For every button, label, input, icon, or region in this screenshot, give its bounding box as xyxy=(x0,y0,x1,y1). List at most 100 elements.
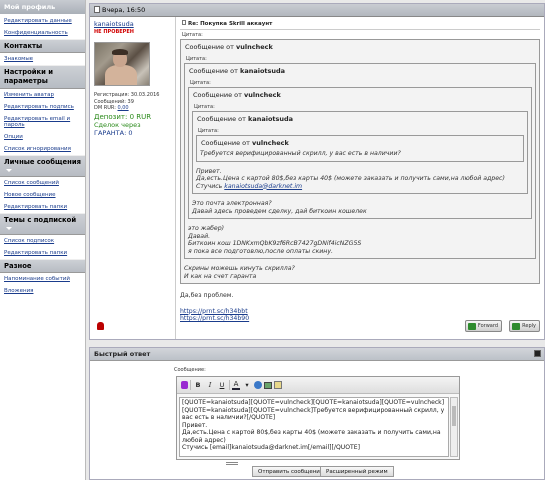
sidebar-link-subscription-list[interactable]: Список подписок xyxy=(0,235,85,247)
sidebar-link-options[interactable]: Опции xyxy=(0,131,85,143)
quote-label: Цитата: xyxy=(190,80,211,86)
collapse-icon[interactable] xyxy=(534,350,541,357)
quick-reply-panel: Быстрый ответ Сообщение: B I U A ▾ [QUOT… xyxy=(89,347,545,480)
email-link[interactable]: kanaiotsuda@darknet.im xyxy=(224,183,302,190)
avatar-body xyxy=(105,65,137,85)
textarea-scrollbar[interactable] xyxy=(450,397,458,457)
sidebar-top-my-profile[interactable]: Мой профиль xyxy=(0,0,85,14)
avatar-hair xyxy=(112,49,128,55)
message-textarea[interactable]: [QUOTE=kanaiotsuda][QUOTE=vulncheck][QUO… xyxy=(179,397,449,457)
sidebar: Мой профиль Редактировать данные Конфиде… xyxy=(0,0,86,480)
avatar xyxy=(94,42,150,86)
forward-button[interactable]: Forward xyxy=(464,320,502,332)
sidebar-link-acquaintances[interactable]: Знакомые xyxy=(0,53,85,65)
quote-author: Сообщение от vulncheck xyxy=(200,136,520,150)
quote-text-prefix: Стучись xyxy=(196,182,225,190)
quote-level-2: Сообщение от kanaiotsuda Цитата: Сообщен… xyxy=(184,63,536,259)
quote-text: Да,есть.Цена с картой 80$,без карты 40$ … xyxy=(196,175,505,182)
message-label: Сообщение: xyxy=(174,367,206,373)
sidebar-header-contacts: Контакты xyxy=(0,39,85,53)
message-body: Re: Покупка Skrill аккаунт Цитата: Сообщ… xyxy=(176,17,544,339)
dm-value[interactable]: 0,00 xyxy=(117,105,128,111)
quote-author: Сообщение от kanaiotsuda xyxy=(188,64,532,78)
sidebar-header-subscriptions[interactable]: Темы с подпиской xyxy=(0,213,85,235)
send-message-button[interactable]: Отправить сообщение xyxy=(252,466,330,477)
deposit: Депозит: 0 RUR xyxy=(94,112,152,121)
reply-text: Да,без проблем. xyxy=(180,292,234,299)
warning-icon[interactable] xyxy=(97,322,104,330)
sidebar-link-attachments[interactable]: Вложения xyxy=(0,285,85,297)
quote-from-prefix: Сообщение от xyxy=(197,115,248,123)
toolbar-separator xyxy=(190,380,191,390)
quote-label: Цитата: xyxy=(186,56,207,62)
sidebar-header-label: Личные сообщения xyxy=(4,158,81,166)
quote-icon[interactable] xyxy=(274,381,282,389)
text-color-button[interactable]: A xyxy=(232,380,240,390)
username-link[interactable]: kanaiotsuda xyxy=(94,20,171,28)
sidebar-link-edit-data[interactable]: Редактировать данные xyxy=(0,15,85,27)
sidebar-link-privacy[interactable]: Конфиденциальность xyxy=(0,27,85,39)
quote-author: Сообщение от kanaiotsuda xyxy=(196,112,524,126)
smiley-icon[interactable] xyxy=(254,381,262,389)
screenshot-link-1[interactable]: https://prnt.sc/h34bbt xyxy=(180,308,248,315)
sidebar-link-ignore-list[interactable]: Список игнорирования xyxy=(0,143,85,155)
underline-button[interactable]: U xyxy=(217,380,227,390)
quote-text: я пока все подготовлю,после оплаты скину… xyxy=(188,247,333,255)
guarantee-count: ГАРАНТА: 0 xyxy=(94,128,133,137)
quote-text: Требуется верифицированный скрилл, у вас… xyxy=(200,150,401,157)
quote-text: Скрины можешь кинуть скрилла? xyxy=(184,265,295,272)
scrollbar-thumb[interactable] xyxy=(452,406,456,426)
reply-button[interactable]: Reply xyxy=(509,320,540,332)
quote-author: Сообщение от vulncheck xyxy=(184,40,536,54)
doc-icon xyxy=(182,20,186,25)
format-remove-icon[interactable] xyxy=(181,381,188,389)
sidebar-link-message-list[interactable]: Список сообщений xyxy=(0,177,85,189)
quote-author: Сообщение от vulncheck xyxy=(192,88,528,102)
post-date: Вчера, 16:50 xyxy=(102,6,146,14)
quote-from-prefix: Сообщение от xyxy=(193,91,244,99)
post-icon xyxy=(94,6,100,13)
screenshot-link-2[interactable]: https://prnt.sc/h34b90 xyxy=(180,315,249,322)
quote-from-prefix: Сообщение от xyxy=(201,139,252,147)
reply-icon xyxy=(512,323,521,330)
quote-author-name: kanaiotsuda xyxy=(248,115,294,123)
deals-label: Сделок через xyxy=(94,120,141,129)
advanced-mode-button[interactable]: Расширенный режим xyxy=(320,466,394,477)
quote-text: Стучись kanaiotsuda@darknet.im xyxy=(196,183,524,191)
quote-label: Цитата: xyxy=(182,32,203,38)
sidebar-link-edit-email-password[interactable]: Редактировать email и пароль xyxy=(0,113,85,131)
message-editor: B I U A ▾ [QUOTE=kanaiotsuda][QUOTE=vuln… xyxy=(176,376,460,460)
bold-button[interactable]: B xyxy=(193,380,203,390)
sidebar-link-event-reminders[interactable]: Напоминание событий xyxy=(0,273,85,285)
quote-label: Цитата: xyxy=(194,104,215,110)
italic-button[interactable]: I xyxy=(205,380,215,390)
sidebar-header-private-messages[interactable]: Личные сообщения xyxy=(0,155,85,177)
quote-from-prefix: Сообщение от xyxy=(189,67,240,75)
forum-post: Вчера, 16:50 kanaiotsuda НЕ ПРОВЕРЕН Рег… xyxy=(89,3,545,340)
quote-level-3: Сообщение от vulncheck Цитата: Сообщение… xyxy=(188,87,532,219)
resize-handle[interactable] xyxy=(226,462,238,465)
sidebar-link-edit-folders[interactable]: Редактировать папки xyxy=(0,201,85,213)
sidebar-link-edit-folders-2[interactable]: Редактировать папки xyxy=(0,247,85,259)
sidebar-header-misc: Разное xyxy=(0,259,85,273)
chevron-down-icon xyxy=(6,226,12,230)
quote-author-name: kanaiotsuda xyxy=(240,67,286,75)
sidebar-link-new-message[interactable]: Новое сообщение xyxy=(0,189,85,201)
quote-text: Давай. xyxy=(188,232,211,240)
user-stats: Регистрация: 30.03.2016 Сообщений: 39 DM… xyxy=(94,92,171,112)
quote-level-1: Сообщение от vulncheck Цитата: Сообщение… xyxy=(180,39,540,284)
chevron-down-icon xyxy=(6,168,12,172)
sidebar-link-change-avatar[interactable]: Изменить аватар xyxy=(0,89,85,101)
quote-text: это жабер) xyxy=(188,225,225,232)
quote-label: Цитата: xyxy=(198,128,219,134)
forward-icon xyxy=(467,323,476,330)
chevron-down-icon[interactable]: ▾ xyxy=(242,380,252,390)
quote-level-5: Сообщение от vulncheck Требуется верифиц… xyxy=(196,135,524,162)
quote-author-name: vulncheck xyxy=(252,139,289,147)
message-title: Re: Покупка Skrill аккаунт xyxy=(180,17,540,30)
insert-image-icon[interactable] xyxy=(264,381,272,389)
quote-author-name: vulncheck xyxy=(244,91,281,99)
sidebar-link-edit-signature[interactable]: Редактировать подпись xyxy=(0,101,85,113)
sidebar-header-settings: Настройки и параметры xyxy=(0,65,85,89)
dm-balance: DM RUR: 0,00 xyxy=(94,105,171,112)
